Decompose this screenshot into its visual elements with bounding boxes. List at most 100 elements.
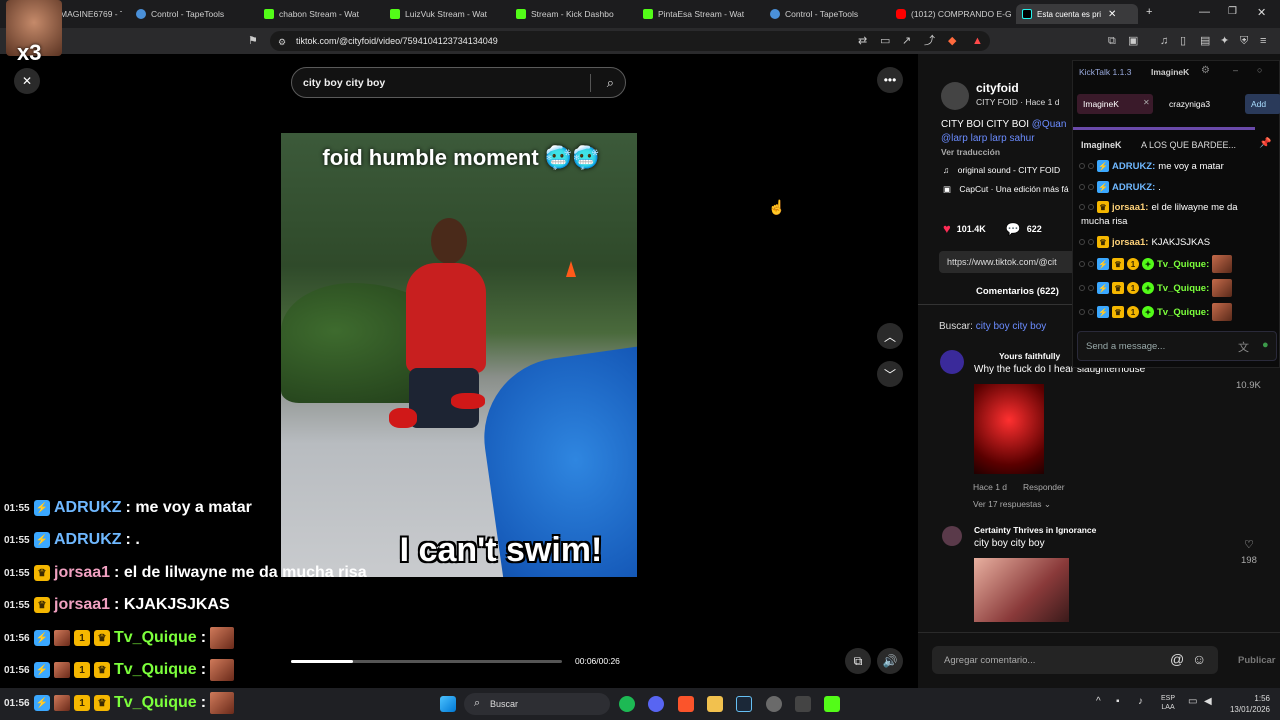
add-comment-field[interactable]: Agregar comentario... @ ☺ [932,646,1218,674]
comment-image[interactable] [974,558,1069,622]
tab-comments[interactable]: Comentarios (622) [976,286,1059,297]
close-icon[interactable]: ✕ [14,68,40,94]
steam-icon[interactable] [736,696,752,712]
kt-username[interactable]: jorsaa1: [1112,202,1148,213]
minimize-icon[interactable]: — [1199,6,1210,18]
file-explorer-icon[interactable] [707,696,723,712]
chevron-up-icon[interactable]: ^ [1096,696,1101,707]
comment-author[interactable]: Yours faithfully [999,351,1060,361]
maximize-icon[interactable]: ○ [1257,65,1262,75]
brave-shield-icon[interactable]: ◆ [948,34,956,48]
maximize-icon[interactable]: ❐ [1228,6,1237,17]
comment-icon[interactable]: 💬 [1006,222,1021,236]
music-icon[interactable]: ♫ [1160,34,1168,48]
windows-start-icon[interactable] [440,696,456,712]
heart-outline-icon[interactable]: ♡ [1244,538,1254,551]
avatar[interactable] [942,526,962,546]
sound-row[interactable]: ♫ original sound - CITY FOID [943,165,1060,175]
site-settings-icon[interactable]: ⚙ [278,35,286,49]
epic-games-icon[interactable] [795,696,811,712]
avatar[interactable] [941,82,969,110]
cast-icon[interactable]: ▭ [880,34,890,48]
kicktalk-add-button[interactable]: Add [1245,94,1280,114]
close-tab-icon[interactable]: ✕ [1108,9,1116,20]
video-player[interactable]: foid humble moment 🥶🥶 I can't swim! [281,133,637,577]
browser-tab-active[interactable]: Esta cuenta es pri ✕ [1016,4,1138,24]
browser-tab[interactable]: LuizVuk Stream - Wat [390,4,505,24]
bookmark-icon[interactable]: ⚑ [248,34,258,48]
browser-tab[interactable]: Control - TapeTools [136,4,251,24]
rewards-icon[interactable]: ▲ [972,34,983,48]
chevron-down-icon[interactable]: ﹀ [877,361,903,387]
translate-link[interactable]: Ver traducción [941,147,1000,157]
translate-icon[interactable]: 文 [1238,339,1249,355]
search-icon[interactable]: ⌕ [607,75,614,91]
pin-icon[interactable]: 📌 [1259,138,1271,149]
brave-icon[interactable] [678,696,694,712]
heart-icon[interactable]: ♥ [943,221,951,236]
language-indicator[interactable]: ESP LAA [1161,694,1175,712]
browser-tab[interactable]: PintaEsa Stream - Wat [643,4,758,24]
emote-picker-icon[interactable]: ● [1262,339,1269,351]
search-value[interactable]: city boy city boy [976,321,1047,332]
kt-username[interactable]: Tv_Quique: [1157,283,1209,294]
mention-link[interactable]: @Quan [1032,119,1067,130]
publish-button[interactable]: Publicar [1238,655,1276,666]
settings-icon[interactable]: ⚙ [1201,65,1210,76]
wallet-icon[interactable]: ▤ [1200,34,1210,48]
chevron-up-icon[interactable]: ︿ [877,323,903,349]
tray-app-icon[interactable]: ▪ [1116,696,1120,707]
volume-icon[interactable]: ◀ [1204,696,1212,707]
view-replies-button[interactable]: Ver 17 respuestas ⌄ [973,499,1051,510]
extensions-icon[interactable]: ⧉ [1108,34,1116,48]
clock[interactable]: 1:56 13/01/2026 [1226,693,1270,715]
search-input[interactable]: city boy city boy ⌕ [291,67,626,98]
browser-tab[interactable]: MAGINE6769 - T [60,4,122,24]
kt-username[interactable]: jorsaa1: [1112,237,1148,248]
avatar[interactable] [940,350,964,374]
menu-icon[interactable]: ≡ [1260,34,1266,48]
volume-icon[interactable]: 🔊 [877,648,903,674]
capcut-row[interactable]: ▣ CapCut · Una edición más fá [943,184,1069,195]
browser-tab[interactable]: Control - TapeTools [770,4,885,24]
taskbar-search[interactable]: ⌕ Buscar [464,693,610,715]
minimize-icon[interactable]: – [1233,65,1238,75]
kicktalk-icon[interactable] [824,696,840,712]
likes-row[interactable]: ♥ 101.4K 💬 622 [943,221,1042,236]
description-hashtag[interactable]: @larp larp larp sahur [941,133,1035,144]
comment-author[interactable]: Certainty Thrives in Ignorance [974,525,1096,535]
comment-image[interactable] [974,384,1044,474]
discord-icon[interactable] [648,696,664,712]
kicktalk-message-input[interactable]: Send a message... 文 ● [1077,331,1277,361]
emoji-icon[interactable]: ☺ [1192,651,1206,667]
reply-button[interactable]: Responder [1023,482,1065,492]
more-options-icon[interactable]: ••• [877,67,903,93]
kt-username[interactable]: ADRUKZ: [1112,182,1155,193]
browser-tab[interactable]: (1012) COMPRANDO E-GI [896,4,1011,24]
kt-username[interactable]: Tv_Quique: [1157,307,1209,318]
vpn-icon[interactable]: ⛨ [1240,34,1248,48]
kt-username[interactable]: Tv_Quique: [1157,259,1209,270]
share-icon[interactable]: ↗ [902,34,911,48]
close-window-icon[interactable]: ✕ [1257,6,1266,19]
video-progress-bar[interactable] [291,660,562,663]
close-tab-icon[interactable]: ✕ [1143,98,1150,107]
share-icon[interactable]: ⤴ [924,34,935,48]
sidebar-icon[interactable]: ▯ [1180,34,1186,48]
translate-icon[interactable]: ⇄ [858,34,867,48]
obs-icon[interactable] [766,696,782,712]
browser-tab[interactable]: Stream - Kick Dashbo [516,4,631,24]
browser-tab[interactable]: chabon Stream - Wat [264,4,379,24]
screenshot-icon[interactable]: ▣ [1128,34,1138,48]
new-tab-icon[interactable]: + [1146,6,1152,18]
spotify-icon[interactable] [619,696,635,712]
mention-icon[interactable]: @ [1170,651,1184,667]
pip-icon[interactable]: ⧉ [845,648,871,674]
microphone-icon[interactable]: ♪ [1138,696,1143,707]
kicktalk-tab-active[interactable]: ImagineK ✕ [1077,94,1153,114]
puzzle-icon[interactable]: ✦ [1220,34,1229,48]
kt-username[interactable]: ADRUKZ: [1112,161,1155,172]
kicktalk-tab[interactable]: crazyniga3 [1165,94,1235,114]
network-icon[interactable]: ▭ [1188,696,1197,707]
post-username[interactable]: cityfoid [976,81,1019,95]
